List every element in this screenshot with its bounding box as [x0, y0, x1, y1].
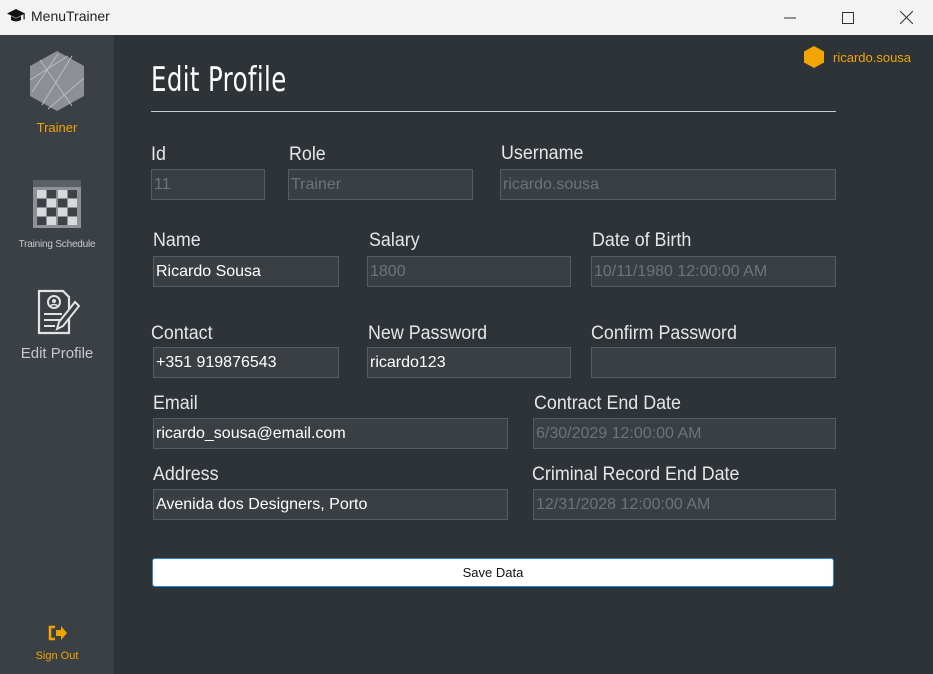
sidebar-item-label: Training Schedule: [18, 239, 96, 250]
sidebar-item-edit-profile[interactable]: Edit Profile: [0, 288, 114, 362]
email-label: Email: [153, 393, 198, 414]
sidebar: Trainer Training Schedule Edit Profile S…: [0, 35, 114, 674]
role-label: Role: [289, 144, 326, 165]
sign-out-icon: [48, 625, 67, 641]
username-label: Username: [501, 143, 584, 164]
close-button[interactable]: [883, 0, 929, 35]
salary-label: Salary: [369, 230, 420, 251]
sign-out-label: Sign Out: [35, 650, 79, 662]
title-divider: [151, 111, 836, 112]
dob-label: Date of Birth: [592, 230, 692, 251]
email-input[interactable]: ricardo_sousa@email.com: [153, 418, 508, 449]
confirm-password-input[interactable]: [591, 347, 836, 378]
id-field: 11: [151, 169, 265, 200]
close-icon: [899, 11, 913, 24]
new-password-label: New Password: [368, 323, 488, 344]
minimize-button[interactable]: [767, 0, 813, 35]
user-badge[interactable]: ricardo.sousa: [803, 45, 911, 69]
name-label: Name: [153, 230, 201, 251]
current-username: ricardo.sousa: [833, 49, 912, 65]
sidebar-item-training-schedule[interactable]: Training Schedule: [0, 178, 114, 250]
salary-field: 1800: [367, 256, 571, 287]
graduation-cap-icon: [6, 8, 26, 24]
maximize-icon: [842, 11, 854, 24]
username-field: ricardo.sousa: [500, 169, 836, 200]
minimize-icon: [784, 17, 796, 18]
page-title: Edit Profile: [151, 60, 287, 100]
maximize-button[interactable]: [825, 0, 871, 35]
save-data-button[interactable]: Save Data: [152, 558, 834, 587]
calendar-grid-icon: [33, 180, 81, 228]
profile-document-icon: [37, 289, 81, 335]
address-input[interactable]: Avenida dos Designers, Porto: [153, 489, 508, 520]
user-hexagon-icon: [804, 46, 824, 68]
contract-end-field: 6/30/2029 12:00:00 AM: [533, 418, 836, 449]
sidebar-item-label: Trainer: [36, 120, 78, 135]
role-field: Trainer: [288, 169, 473, 200]
window-title: MenuTrainer: [31, 8, 110, 24]
address-label: Address: [153, 464, 219, 485]
criminal-record-end-label: Criminal Record End Date: [532, 464, 740, 485]
dob-field: 10/11/1980 12:00:00 AM: [591, 256, 836, 287]
sign-out-button[interactable]: Sign Out: [0, 625, 114, 662]
confirm-password-label: Confirm Password: [591, 323, 737, 344]
contact-input[interactable]: +351 919876543: [153, 347, 339, 378]
new-password-input[interactable]: ricardo123: [367, 347, 571, 378]
sidebar-item-trainer[interactable]: Trainer: [0, 50, 114, 135]
title-bar: MenuTrainer: [0, 0, 933, 35]
sidebar-item-label: Edit Profile: [20, 345, 94, 362]
contact-label: Contact: [151, 323, 213, 344]
hexagon-logo-icon: [29, 51, 85, 111]
contract-end-label: Contract End Date: [534, 393, 681, 414]
criminal-record-end-field: 12/31/2028 12:00:00 AM: [533, 489, 836, 520]
id-label: Id: [151, 144, 166, 165]
name-input[interactable]: Ricardo Sousa: [153, 256, 339, 287]
